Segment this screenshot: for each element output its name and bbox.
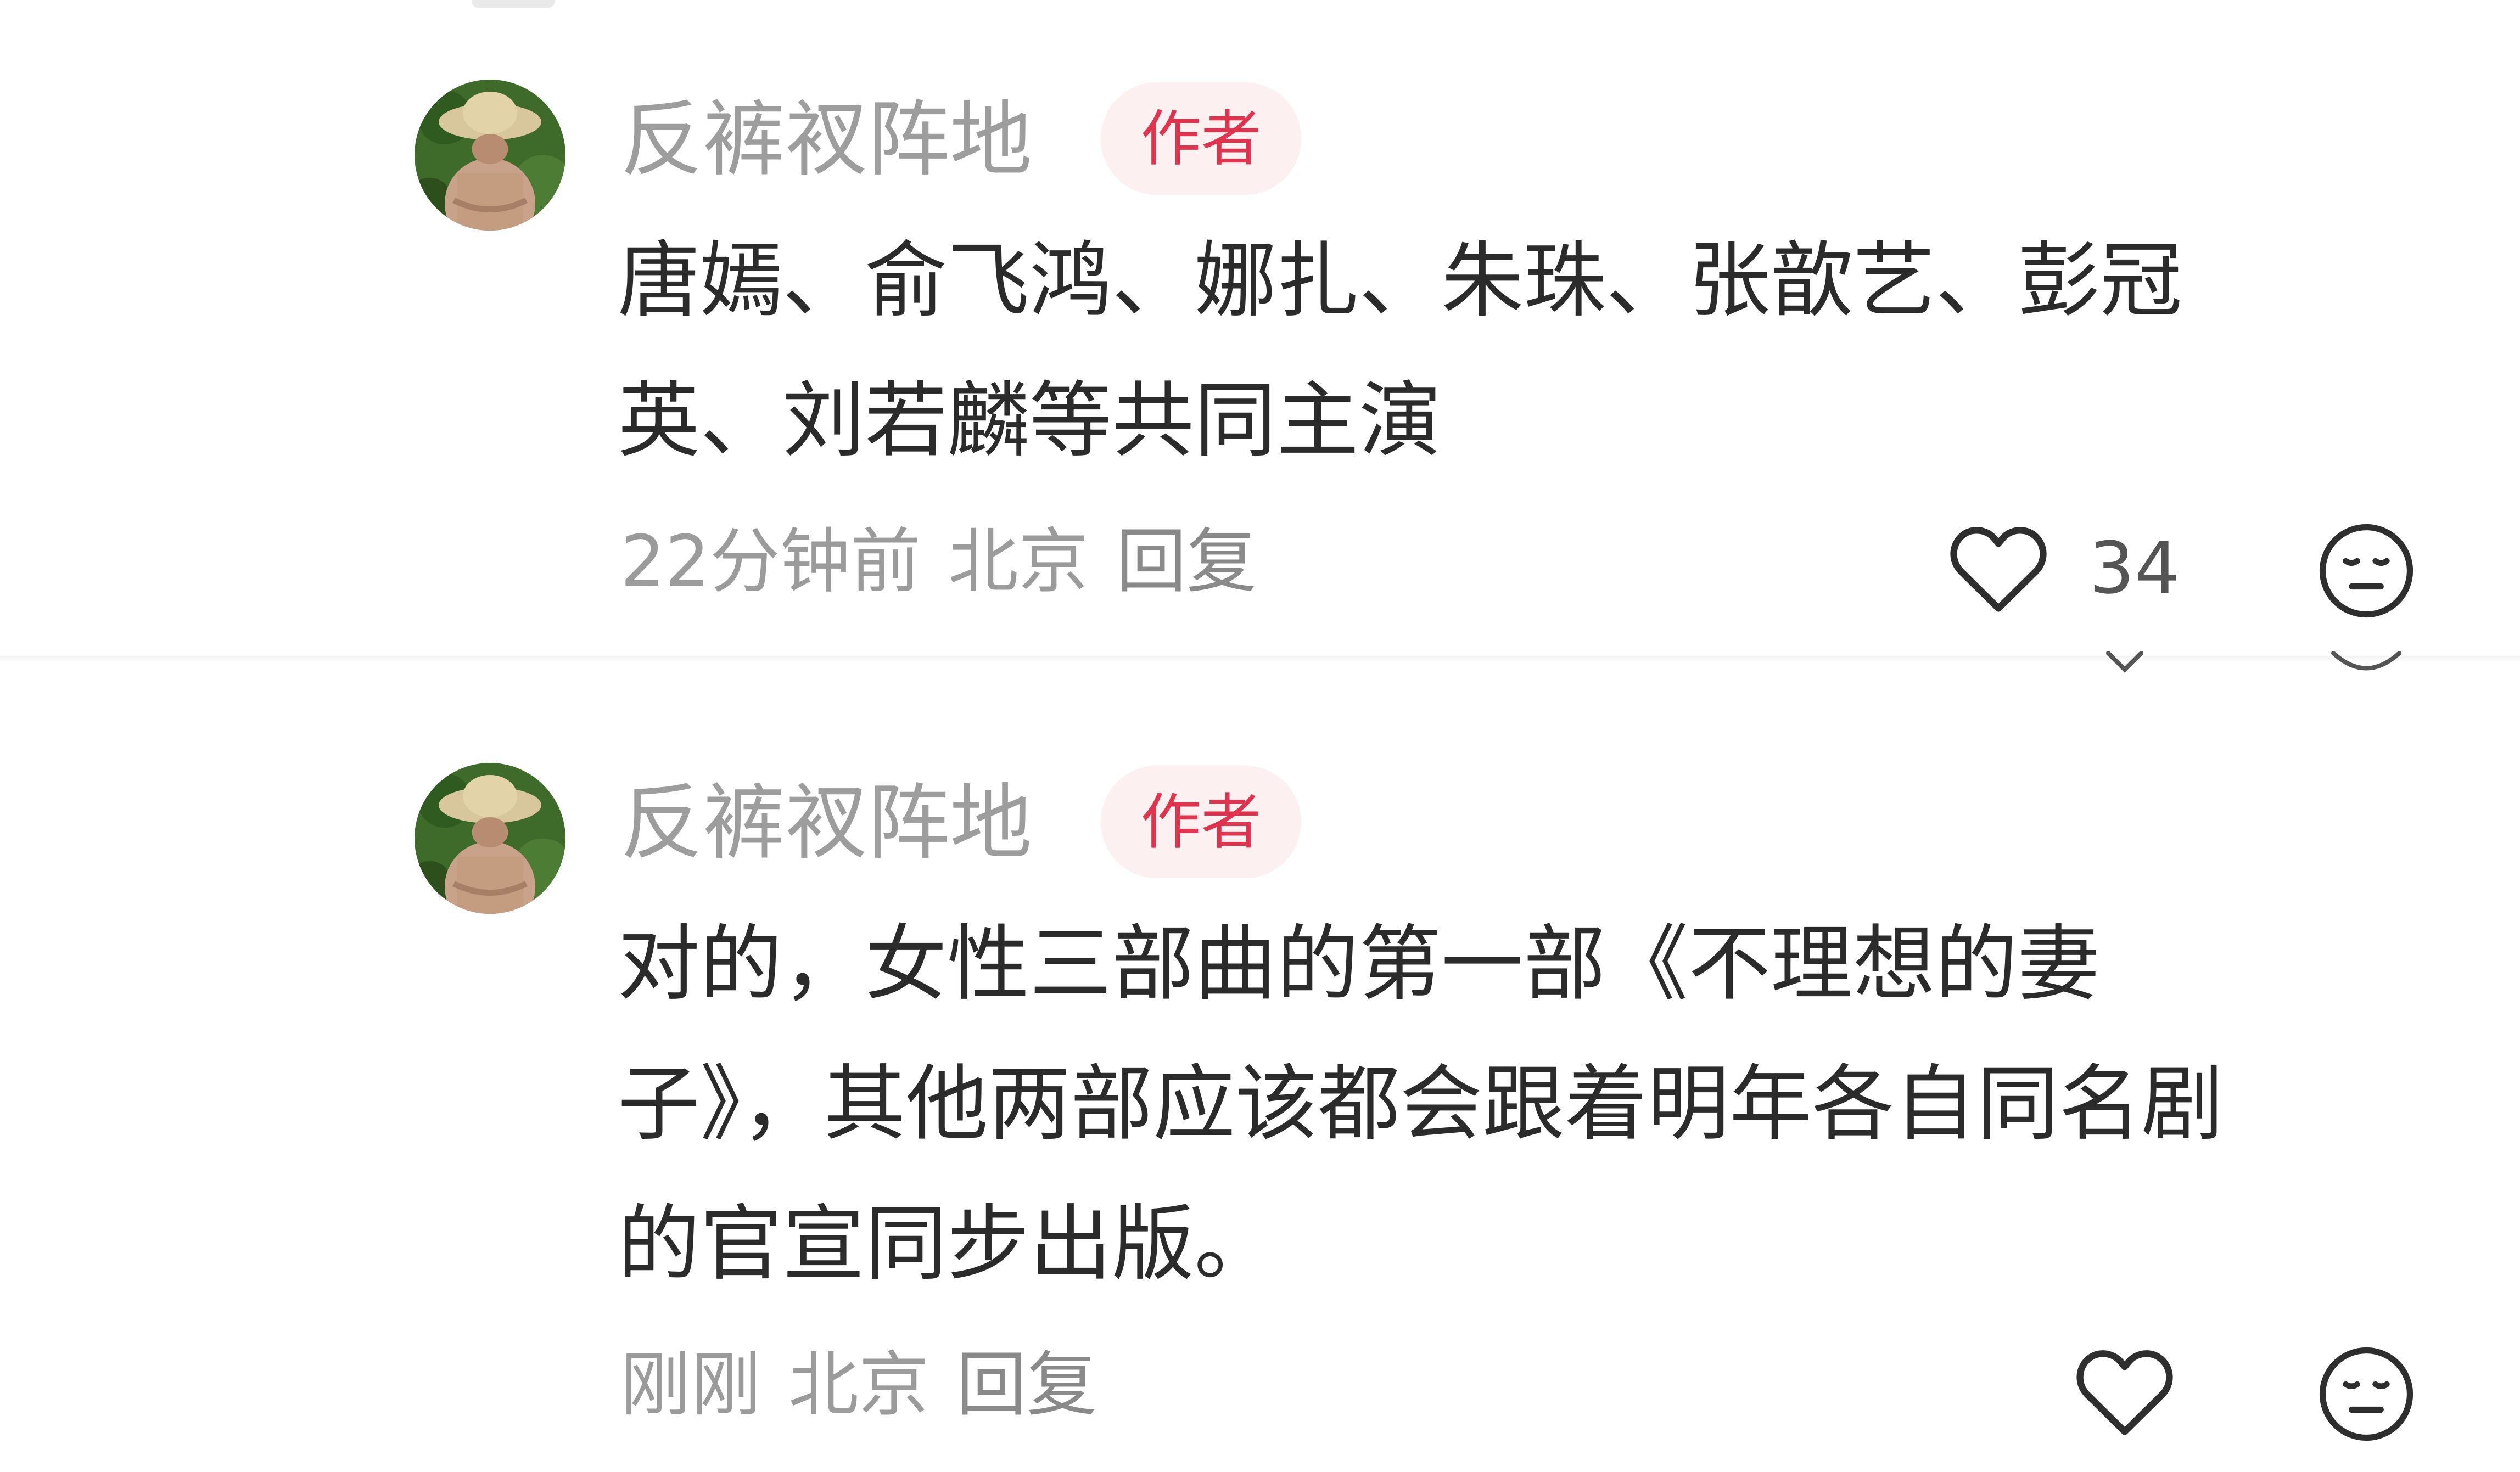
previous-item-edge (472, 0, 555, 8)
comment-time: 刚刚 (620, 1344, 761, 1426)
comment-username[interactable]: 反裤衩阵地 (620, 99, 1032, 181)
heart-outline-icon (2073, 1345, 2177, 1438)
comment-location: 北京 (948, 521, 1089, 603)
comment-location: 北京 (788, 1344, 929, 1426)
like-count: 34 (2089, 526, 2180, 610)
reply-button[interactable]: 回复 (1116, 521, 1257, 603)
meh-face-icon[interactable] (2317, 521, 2416, 620)
comment-time: 22分钟前 (620, 521, 921, 603)
author-badge: 作者 (1101, 82, 1301, 195)
avatar[interactable] (415, 80, 565, 231)
meh-face-edge-icon (2325, 650, 2407, 680)
straw-hat-person-avatar-icon (415, 763, 565, 914)
comment-meta: 22分钟前 北京 回复 (620, 527, 1284, 597)
straw-hat-person-avatar-icon (415, 80, 565, 231)
heart-outline-icon (1946, 521, 2051, 615)
comment-username[interactable]: 反裤衩阵地 (620, 782, 1032, 864)
like-button[interactable] (2073, 1345, 2177, 1438)
comment-text: 对的，女性三部曲的第一部《不理想的妻 子》，其他两部应该都会跟着明年各自同名剧 … (618, 917, 2224, 1292)
comment-meta: 刚刚 北京 回复 (620, 1350, 1124, 1420)
chevron-down-icon (2097, 650, 2152, 680)
comments-panel: 反裤衩阵地 作者 唐嫣、俞飞鸿、娜扎、朱珠、张歆艺、彭冠 英、刘若麟等共同主演 … (0, 0, 2520, 1472)
comment-text: 唐嫣、俞飞鸿、娜扎、朱珠、张歆艺、彭冠 英、刘若麟等共同主演 (618, 233, 2183, 469)
author-badge: 作者 (1101, 766, 1301, 878)
like-button[interactable]: 34 (1946, 521, 2180, 615)
avatar[interactable] (415, 763, 565, 914)
meh-face-icon[interactable] (2317, 1345, 2416, 1443)
reply-button[interactable]: 回复 (956, 1344, 1097, 1426)
